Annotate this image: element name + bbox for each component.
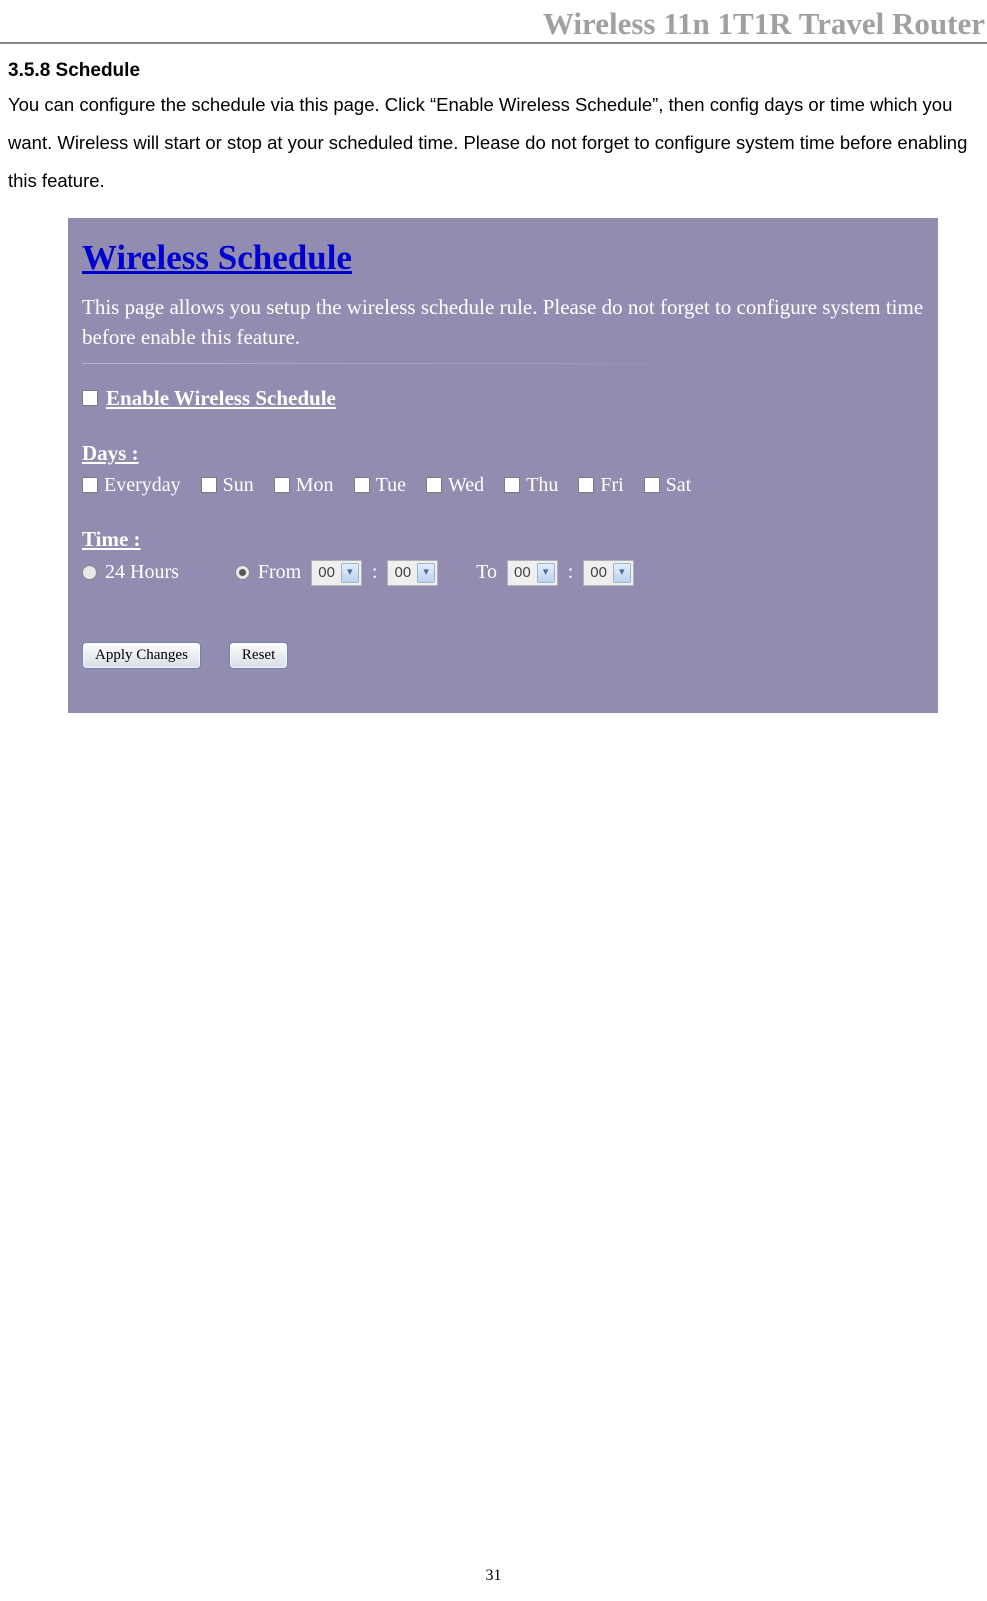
mon-label: Mon bbox=[296, 474, 334, 497]
wed-label: Wed bbox=[448, 474, 484, 497]
from-to-radio[interactable] bbox=[235, 565, 250, 580]
from-hour-select[interactable]: 00 ▾ bbox=[311, 560, 362, 586]
tue-checkbox[interactable] bbox=[354, 477, 370, 493]
from-minute-value: 00 bbox=[394, 564, 411, 581]
24-hours-radio[interactable] bbox=[82, 565, 97, 580]
tue-label: Tue bbox=[376, 474, 406, 497]
enable-wireless-schedule-label: Enable Wireless Schedule bbox=[106, 386, 336, 411]
everyday-checkbox[interactable] bbox=[82, 477, 98, 493]
chevron-down-icon: ▾ bbox=[537, 563, 555, 583]
divider bbox=[82, 363, 924, 364]
time-row: 24 Hours From 00 ▾ : 00 ▾ To bbox=[82, 560, 924, 586]
mon-checkbox[interactable] bbox=[274, 477, 290, 493]
to-hour-value: 00 bbox=[514, 564, 531, 581]
apply-changes-button[interactable]: Apply Changes bbox=[82, 642, 201, 669]
from-hour-value: 00 bbox=[318, 564, 335, 581]
to-minute-value: 00 bbox=[590, 564, 607, 581]
section-body: You can configure the schedule via this … bbox=[8, 86, 979, 200]
time-separator: : bbox=[568, 561, 574, 584]
sat-label: Sat bbox=[666, 474, 692, 497]
to-minute-select[interactable]: 00 ▾ bbox=[583, 560, 634, 586]
wireless-schedule-panel: Wireless Schedule This page allows you s… bbox=[68, 218, 938, 713]
to-label: To bbox=[476, 561, 497, 584]
sat-checkbox[interactable] bbox=[644, 477, 660, 493]
chevron-down-icon: ▾ bbox=[613, 563, 631, 583]
days-group-label: Days : bbox=[82, 441, 924, 466]
panel-description: This page allows you setup the wireless … bbox=[82, 292, 924, 353]
page-number: 31 bbox=[0, 1567, 987, 1585]
sun-label: Sun bbox=[223, 474, 254, 497]
days-row: Everyday Sun Mon Tue Wed Thu Fri Sat bbox=[82, 474, 924, 497]
chevron-down-icon: ▾ bbox=[417, 563, 435, 583]
time-group-label: Time : bbox=[82, 527, 924, 552]
page-header: Wireless 11n 1T1R Travel Router bbox=[0, 0, 987, 44]
from-minute-select[interactable]: 00 ▾ bbox=[387, 560, 438, 586]
time-separator: : bbox=[372, 561, 378, 584]
thu-label: Thu bbox=[526, 474, 558, 497]
to-hour-select[interactable]: 00 ▾ bbox=[507, 560, 558, 586]
from-label: From bbox=[258, 561, 301, 584]
fri-label: Fri bbox=[600, 474, 623, 497]
thu-checkbox[interactable] bbox=[504, 477, 520, 493]
sun-checkbox[interactable] bbox=[201, 477, 217, 493]
24-hours-label: 24 Hours bbox=[105, 561, 179, 584]
section-heading: 3.5.8 Schedule bbox=[8, 60, 979, 82]
wed-checkbox[interactable] bbox=[426, 477, 442, 493]
panel-title: Wireless Schedule bbox=[82, 238, 924, 278]
everyday-label: Everyday bbox=[104, 474, 181, 497]
enable-wireless-schedule-checkbox[interactable] bbox=[82, 390, 98, 406]
reset-button[interactable]: Reset bbox=[229, 642, 288, 669]
chevron-down-icon: ▾ bbox=[341, 563, 359, 583]
fri-checkbox[interactable] bbox=[578, 477, 594, 493]
